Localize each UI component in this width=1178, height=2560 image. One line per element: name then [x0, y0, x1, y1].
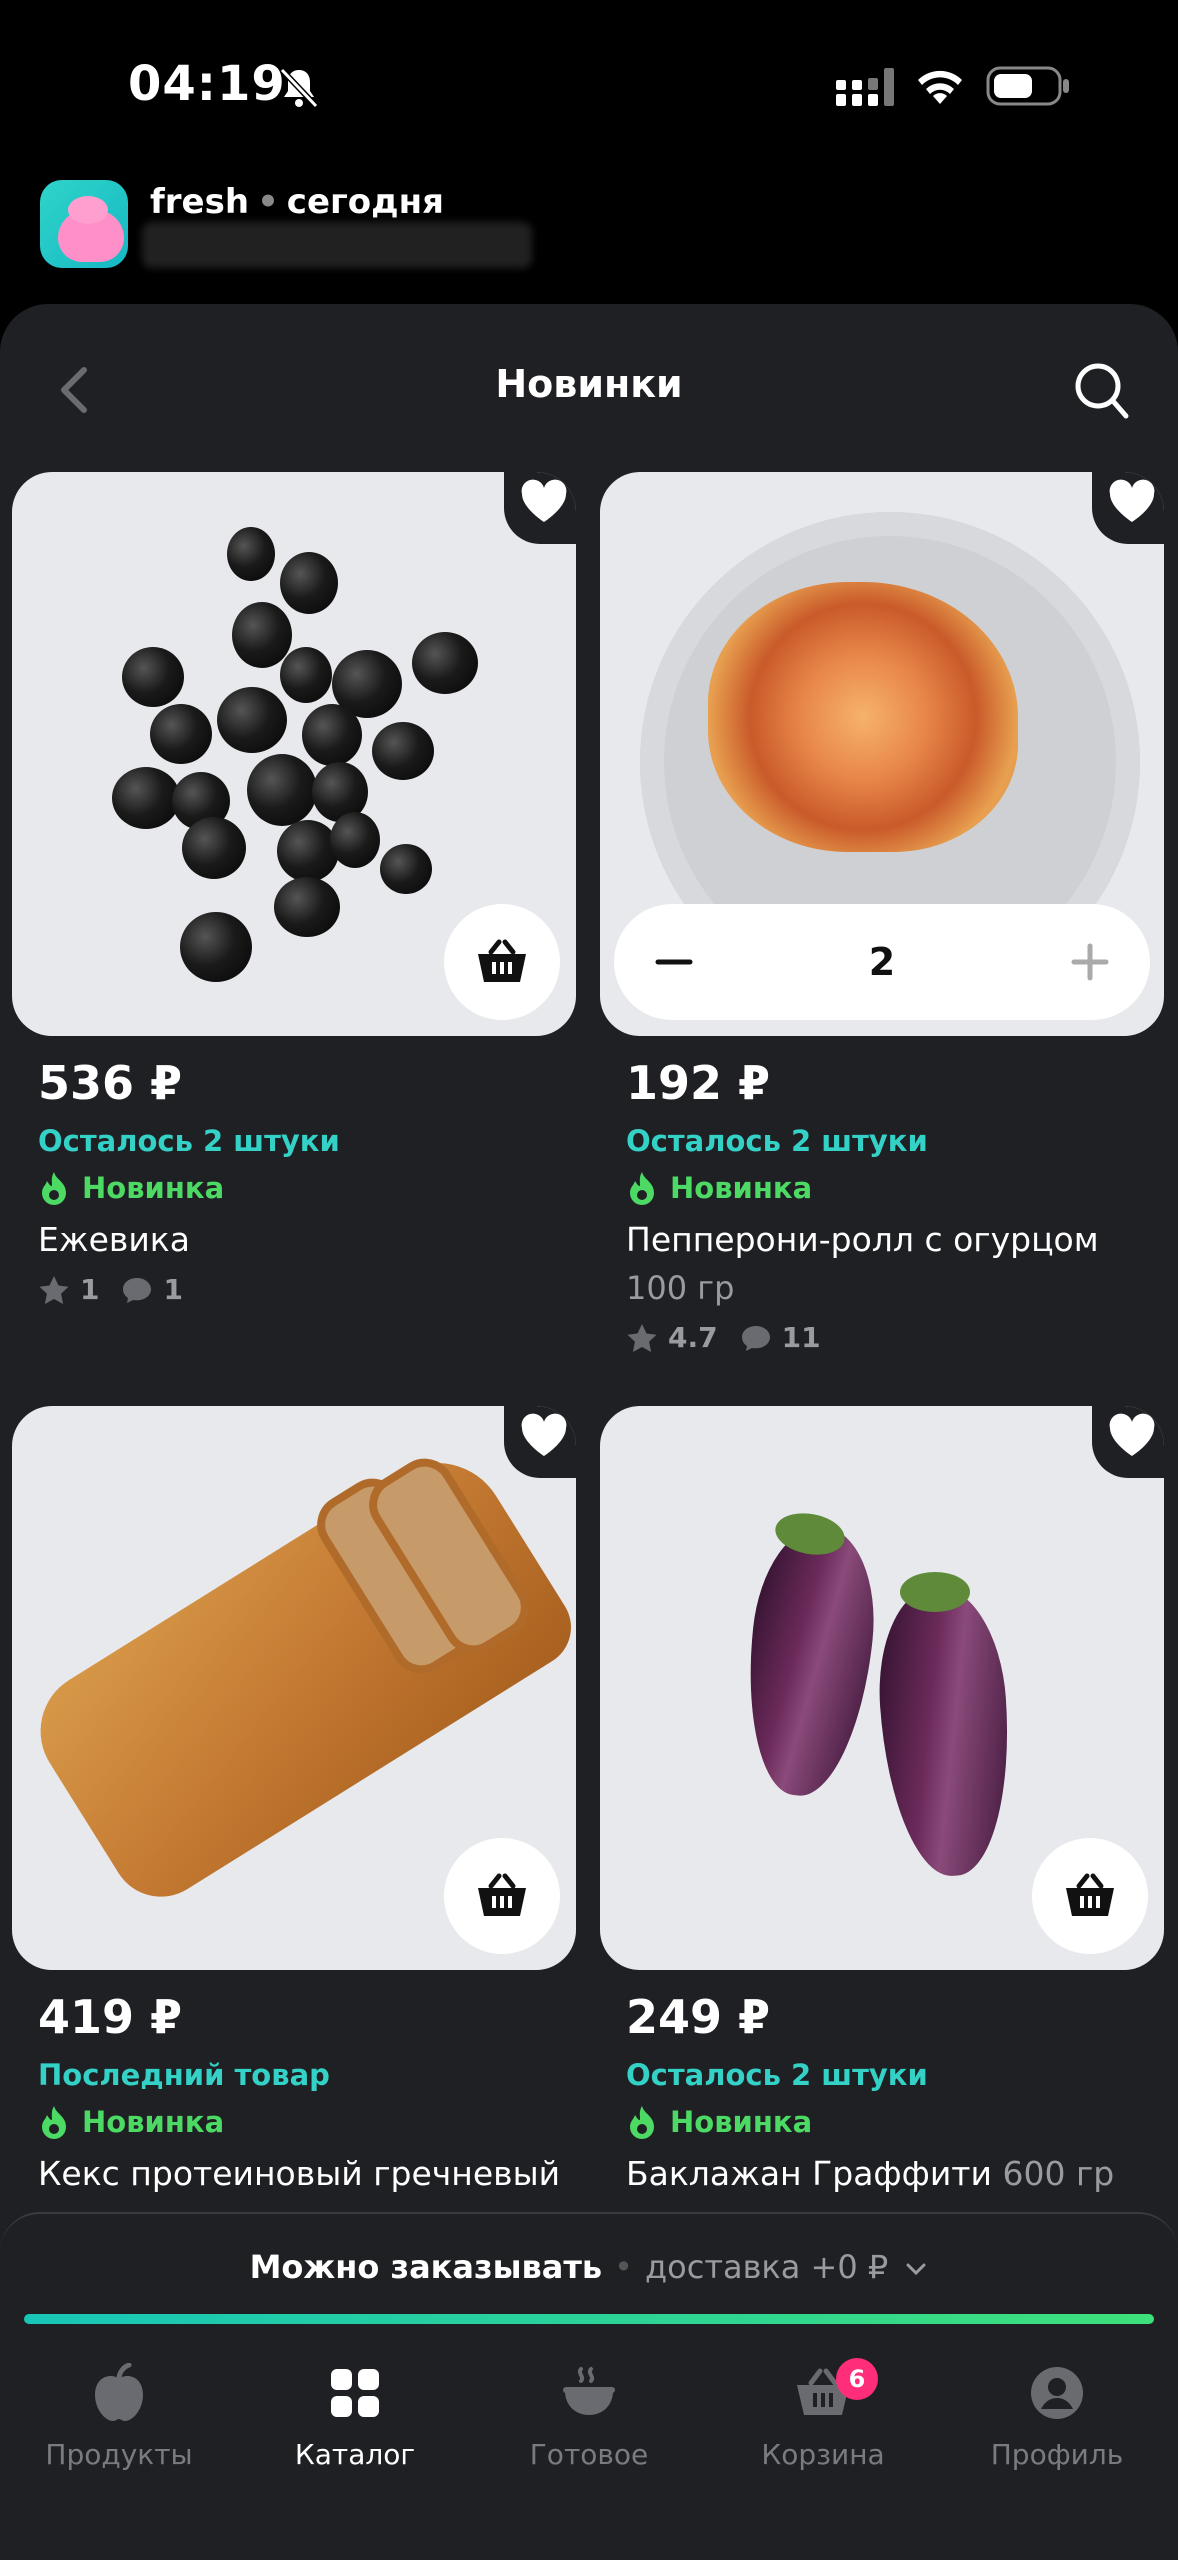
comment-icon	[741, 1325, 770, 1351]
product-image[interactable]	[600, 1406, 1164, 1970]
product-name: Пепперони-ролл с огурцом	[626, 1220, 1099, 1259]
product-price: 249 ₽	[626, 1990, 771, 2044]
new-badge: Новинка	[626, 2104, 1164, 2140]
basket-icon	[1066, 1873, 1114, 1916]
search-icon[interactable]	[1072, 358, 1132, 422]
tab-ready-food[interactable]: Готовое	[474, 2358, 704, 2471]
product-price: 536 ₽	[38, 1056, 183, 1110]
heart-icon	[1109, 1413, 1155, 1456]
star-icon	[39, 1275, 69, 1304]
cart-count-badge: 6	[836, 2358, 878, 2400]
order-progress-bar	[24, 2314, 1154, 2324]
stock-label: Последний товар	[38, 2058, 330, 2092]
favorite-button[interactable]	[504, 472, 576, 544]
delivery-cost: доставка +0 ₽	[645, 2248, 889, 2286]
battery-icon	[986, 66, 1069, 106]
notification-banner[interactable]: fresh • сегодня	[40, 180, 940, 280]
page-title: Новинки	[495, 362, 683, 406]
tab-bar: Продукты Каталог Готовое 6 Корзина Профи…	[0, 2334, 1178, 2560]
product-name: Баклажан Граффити 600 гр	[626, 2154, 1115, 2193]
stock-label: Осталось 2 штуки	[38, 1124, 340, 1158]
tab-products[interactable]: Продукты	[4, 2358, 234, 2471]
favorite-button[interactable]	[504, 1406, 576, 1478]
rating-row: 1 1	[38, 1273, 576, 1306]
quantity-value: 2	[868, 940, 896, 984]
notification-title: fresh • сегодня	[150, 182, 444, 222]
product-image[interactable]	[12, 1406, 576, 1970]
nav-bar: Новинки	[0, 304, 1178, 464]
heart-icon	[521, 1413, 567, 1456]
flame-icon	[42, 2106, 66, 2139]
new-badge: Новинка	[626, 1170, 1164, 1206]
basket-icon	[478, 1873, 526, 1916]
product-price: 419 ₽	[38, 1990, 183, 2044]
cellular-signal-icon	[836, 68, 894, 106]
new-badge: Новинка	[38, 2104, 576, 2140]
status-bar: 04:19	[0, 0, 1178, 170]
product-card[interactable]: 419 ₽ Последний товар Новинка Кекс проте…	[12, 1406, 576, 2193]
heart-icon	[1109, 479, 1155, 522]
new-badge: Новинка	[38, 1170, 576, 1206]
add-to-cart-button[interactable]	[1032, 1838, 1148, 1954]
rating-row: 4.7 11	[626, 1321, 1164, 1354]
add-to-cart-button[interactable]	[444, 904, 560, 1020]
wifi-icon	[918, 70, 962, 104]
chevron-down-icon	[906, 2263, 926, 2276]
favorite-button[interactable]	[1092, 472, 1164, 544]
product-weight: 100 гр	[626, 1269, 735, 1307]
product-price: 192 ₽	[626, 1056, 771, 1110]
quantity-stepper: 2	[614, 904, 1150, 1020]
product-image[interactable]: 2	[600, 472, 1164, 1036]
product-name: Ежевика	[38, 1220, 190, 1259]
tab-cart[interactable]: 6 Корзина	[708, 2358, 938, 2471]
product-name: Кекс протеиновый гречневый	[38, 2154, 561, 2193]
grid-icon	[331, 2369, 379, 2417]
notification-body-blurred	[142, 222, 532, 268]
bell-muted-icon	[279, 67, 319, 109]
comment-icon	[123, 1277, 152, 1303]
product-card[interactable]: 2 192 ₽ Осталось 2 штуки Новинка Пепперо…	[600, 472, 1164, 1354]
profile-icon	[1031, 2367, 1083, 2419]
order-status-panel[interactable]: Можно заказывать • доставка +0 ₽	[0, 2212, 1178, 2332]
product-card[interactable]: 249 ₽ Осталось 2 штуки Новинка Баклажан …	[600, 1406, 1164, 2193]
product-card[interactable]: 536 ₽ Осталось 2 штуки Новинка Ежевика 1…	[12, 472, 576, 1306]
product-weight: 600 гр	[1002, 2154, 1115, 2193]
basket-icon	[478, 939, 526, 982]
tab-catalog[interactable]: Каталог	[240, 2358, 470, 2471]
heart-icon	[521, 479, 567, 522]
minus-icon[interactable]	[654, 942, 694, 982]
stock-label: Осталось 2 штуки	[626, 2058, 928, 2092]
order-status: Можно заказывать	[249, 2248, 603, 2286]
hot-dish-icon	[563, 2367, 615, 2415]
clock: 04:19	[128, 56, 286, 112]
tab-profile[interactable]: Профиль	[942, 2358, 1172, 2471]
flame-icon	[630, 1172, 654, 1205]
stock-label: Осталось 2 штуки	[626, 1124, 928, 1158]
add-to-cart-button[interactable]	[444, 1838, 560, 1954]
fresh-app-icon	[40, 180, 128, 268]
product-image[interactable]	[12, 472, 576, 1036]
plus-icon[interactable]	[1070, 942, 1110, 982]
apple-icon	[95, 2363, 143, 2421]
flame-icon	[42, 1172, 66, 1205]
star-icon	[627, 1323, 657, 1352]
flame-icon	[630, 2106, 654, 2139]
favorite-button[interactable]	[1092, 1406, 1164, 1478]
